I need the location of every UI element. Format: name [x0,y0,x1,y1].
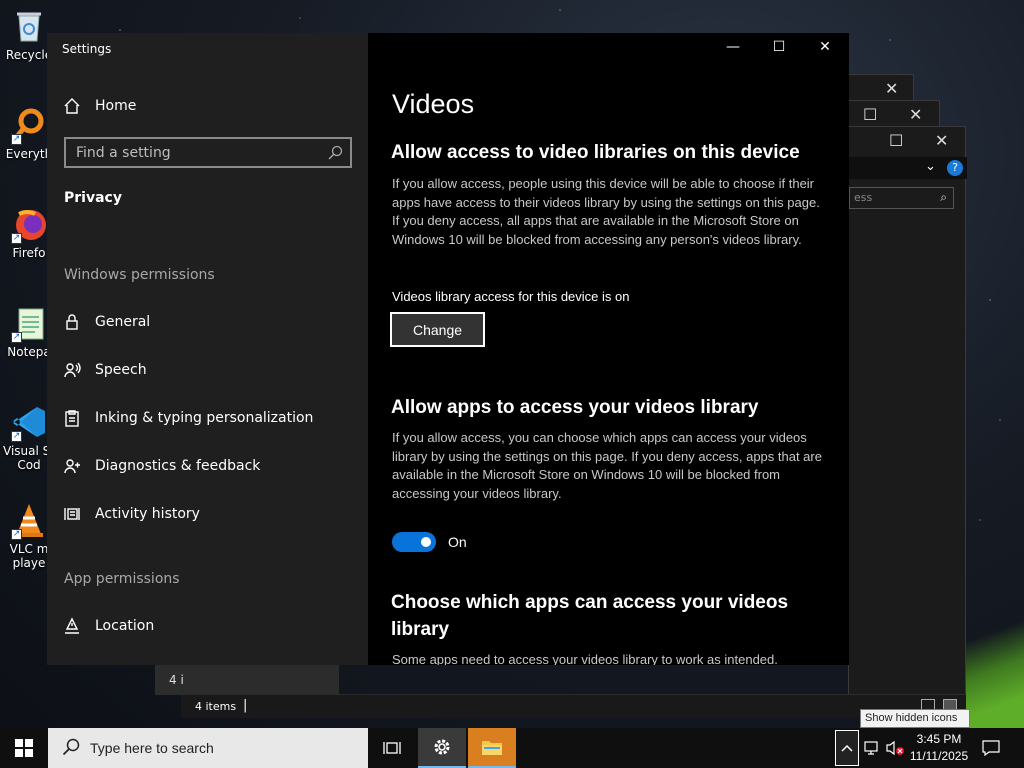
settings-search-box[interactable] [64,137,352,168]
fragment-text: 4 i [169,673,184,687]
settings-window: Settings Home Privacy Windows permission… [47,33,849,665]
nav-label: General [95,314,151,330]
network-icon [864,741,878,755]
shortcut-arrow-icon: ↗ [11,431,22,442]
section-device-access-heading: Allow access to video libraries on this … [391,142,800,163]
nav-label: Diagnostics & feedback [95,458,261,474]
task-view-icon [383,742,401,754]
vscode-icon: ↗ [11,404,47,442]
section-choose-apps-description: Some apps need to access your videos lib… [392,652,778,665]
location-icon [63,617,81,635]
clipboard-icon [63,409,81,427]
action-center-button[interactable] [976,728,1006,768]
nav-location[interactable]: Location [63,614,154,638]
section-device-access-description: If you allow access, people using this d… [392,176,820,247]
activity-history-icon [63,505,81,523]
taskbar-settings-app[interactable] [418,728,466,768]
start-button[interactable] [0,728,48,768]
window-title: Settings [62,42,112,56]
taskbar: Type here to search 3:45 PM 11/11/2025 [0,728,1024,768]
close-icon[interactable]: ✕ [935,131,948,150]
nav-label: Activity history [95,506,200,522]
help-icon[interactable]: ? [947,160,963,176]
section-app-access-heading: Allow apps to access your videos library [391,397,759,418]
nav-speech[interactable]: Speech [63,358,147,382]
search-icon [62,738,80,759]
explorer-search-box[interactable]: ess ⌕ [849,187,954,209]
chevron-up-icon [841,744,853,752]
windows-logo-icon [15,739,33,757]
network-tray-button[interactable] [861,728,883,768]
nav-general[interactable]: General [63,310,150,334]
app-access-toggle[interactable] [392,532,436,552]
taskbar-file-explorer[interactable] [468,728,516,768]
nav-activity-history[interactable]: Activity history [63,502,200,526]
close-icon[interactable]: ✕ [885,79,898,98]
explorer-search-placeholder: ess [854,191,873,204]
explorer-item-count-fragment: 4 i [155,665,339,695]
explorer-status-bar: 4 items | [181,694,966,718]
nav-label: Inking & typing personalization [95,410,314,426]
folder-icon [482,741,502,755]
everything-search-icon: ↗ [11,107,47,145]
close-icon[interactable]: ✕ [815,39,835,55]
notepad-icon: ↗ [11,305,47,343]
nav-inking-typing[interactable]: Inking & typing personalization [63,406,313,430]
settings-content: — ☐ ✕ Videos Allow access to video libra… [368,33,849,665]
nav-label: Speech [95,362,147,378]
toggle-knob [421,537,431,547]
section-choose-apps-heading: Choose which apps can access your videos… [391,592,789,640]
change-button[interactable]: Change [389,311,486,348]
find-setting-input[interactable] [66,139,350,166]
taskbar-search-box[interactable]: Type here to search [48,728,368,768]
home-icon [63,97,81,115]
maximize-icon[interactable]: ☐ [863,105,877,124]
windows-permissions-label: Windows permissions [64,267,215,283]
volume-tray-button[interactable] [884,728,906,768]
settings-sidebar: Settings Home Privacy Windows permission… [47,33,368,665]
nav-label: Location [95,618,155,634]
text-cursor: | [243,698,248,713]
status-item-count: 4 items [195,700,237,713]
app-permissions-label: App permissions [64,571,180,587]
page-title: Videos [392,89,475,119]
gear-icon [434,739,450,755]
notification-icon [982,740,1000,756]
nav-home[interactable]: Home [63,94,136,118]
explorer-ribbon: ⌄ ? [849,157,967,179]
firefox-icon: ↗ [11,206,47,244]
nav-diagnostics-feedback[interactable]: Diagnostics & feedback [63,454,260,478]
section-app-access-description: If you allow access, you can choose whic… [392,430,822,501]
taskbar-search-placeholder: Type here to search [90,740,214,756]
diagnostics-icon [63,457,81,475]
search-icon: ⌕ [940,190,947,204]
vlc-icon: ↗ [11,502,47,540]
background-explorer-window[interactable]: ☐ ✕ ⌄ ? ess ⌕ [848,126,967,696]
recycle-bin-icon [11,8,47,44]
minimize-icon[interactable]: — [723,39,743,55]
chevron-down-icon[interactable]: ⌄ [925,159,936,174]
nav-home-label: Home [95,98,137,114]
lock-icon [63,313,81,331]
maximize-icon[interactable]: ☐ [889,131,903,150]
maximize-icon[interactable]: ☐ [769,39,789,55]
shortcut-arrow-icon: ↗ [11,332,22,343]
close-icon[interactable]: ✕ [909,105,922,124]
taskbar-clock[interactable]: 3:45 PM 11/11/2025 [906,731,972,765]
volume-muted-icon [886,740,904,756]
section-privacy-heading: Privacy [64,190,122,206]
shortcut-arrow-icon: ↗ [11,134,22,145]
clock-time: 3:45 PM [916,732,962,746]
shortcut-arrow-icon: ↗ [11,529,22,540]
task-view-button[interactable] [368,728,416,768]
show-hidden-icons-button[interactable] [835,730,859,766]
clock-date: 11/11/2025 [909,749,969,763]
toggle-state-label: On [448,534,467,550]
show-hidden-icons-tooltip: Show hidden icons [860,709,970,728]
device-access-status: Videos library access for this device is… [392,289,630,304]
speech-icon [63,361,81,379]
search-icon [328,145,343,164]
shortcut-arrow-icon: ↗ [11,233,22,244]
